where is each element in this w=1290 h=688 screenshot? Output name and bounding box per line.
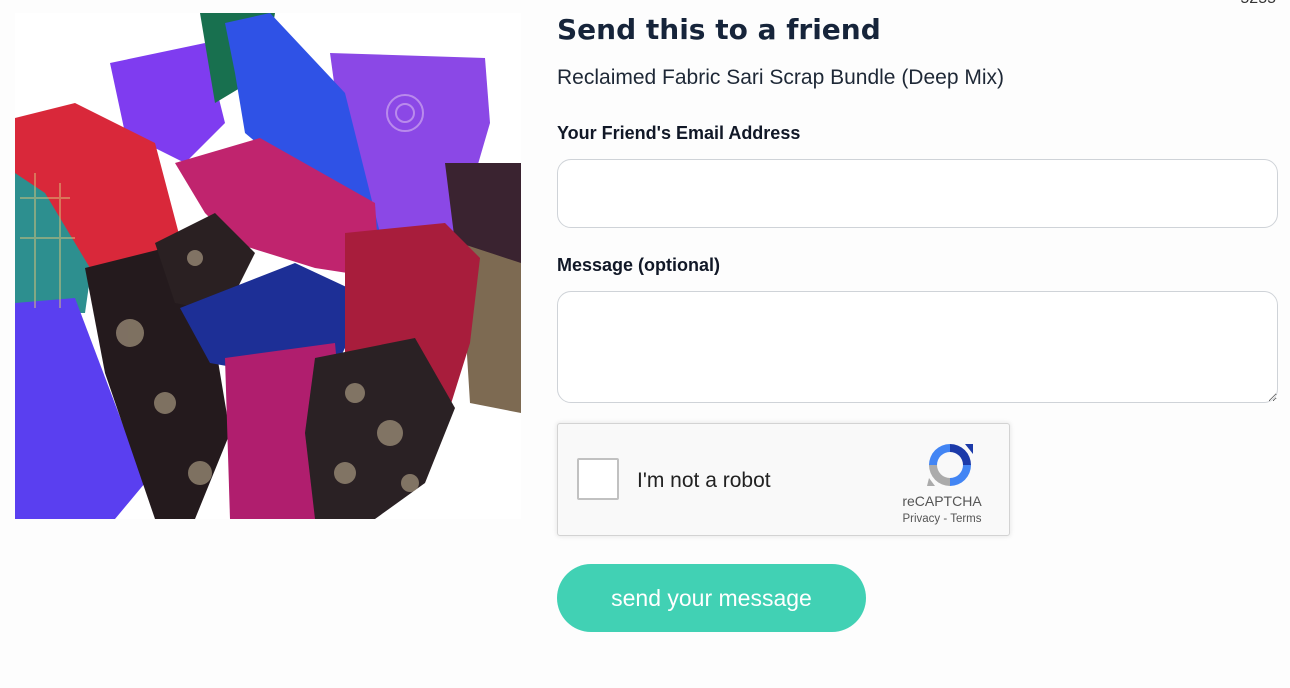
message-textarea[interactable] <box>557 291 1278 403</box>
send-message-button[interactable]: send your message <box>557 564 866 632</box>
friend-email-input[interactable] <box>557 159 1278 228</box>
form-title: Send this to a friend <box>557 13 881 46</box>
recaptcha-checkbox[interactable] <box>577 458 619 500</box>
recaptcha-widget: I'm not a robot reCAPTCHA Privacy - Term… <box>557 423 1010 536</box>
product-image <box>15 13 521 519</box>
product-name: Reclaimed Fabric Sari Scrap Bundle (Deep… <box>557 66 1004 89</box>
recaptcha-logo-icon <box>927 444 973 486</box>
recaptcha-brand: reCAPTCHA <box>902 493 982 509</box>
recaptcha-link-separator: - <box>940 513 951 525</box>
recaptcha-privacy-link[interactable]: Privacy <box>902 513 940 525</box>
recaptcha-label: I'm not a robot <box>637 469 771 492</box>
fabric-scraps-illustration <box>15 13 521 519</box>
message-label: Message (optional) <box>557 255 721 275</box>
email-label: Your Friend's Email Address <box>557 123 801 143</box>
recaptcha-terms-link[interactable]: Terms <box>950 513 981 525</box>
recaptcha-links: Privacy - Terms <box>886 513 998 525</box>
corner-text-fragment: 5255 <box>1240 0 1276 8</box>
